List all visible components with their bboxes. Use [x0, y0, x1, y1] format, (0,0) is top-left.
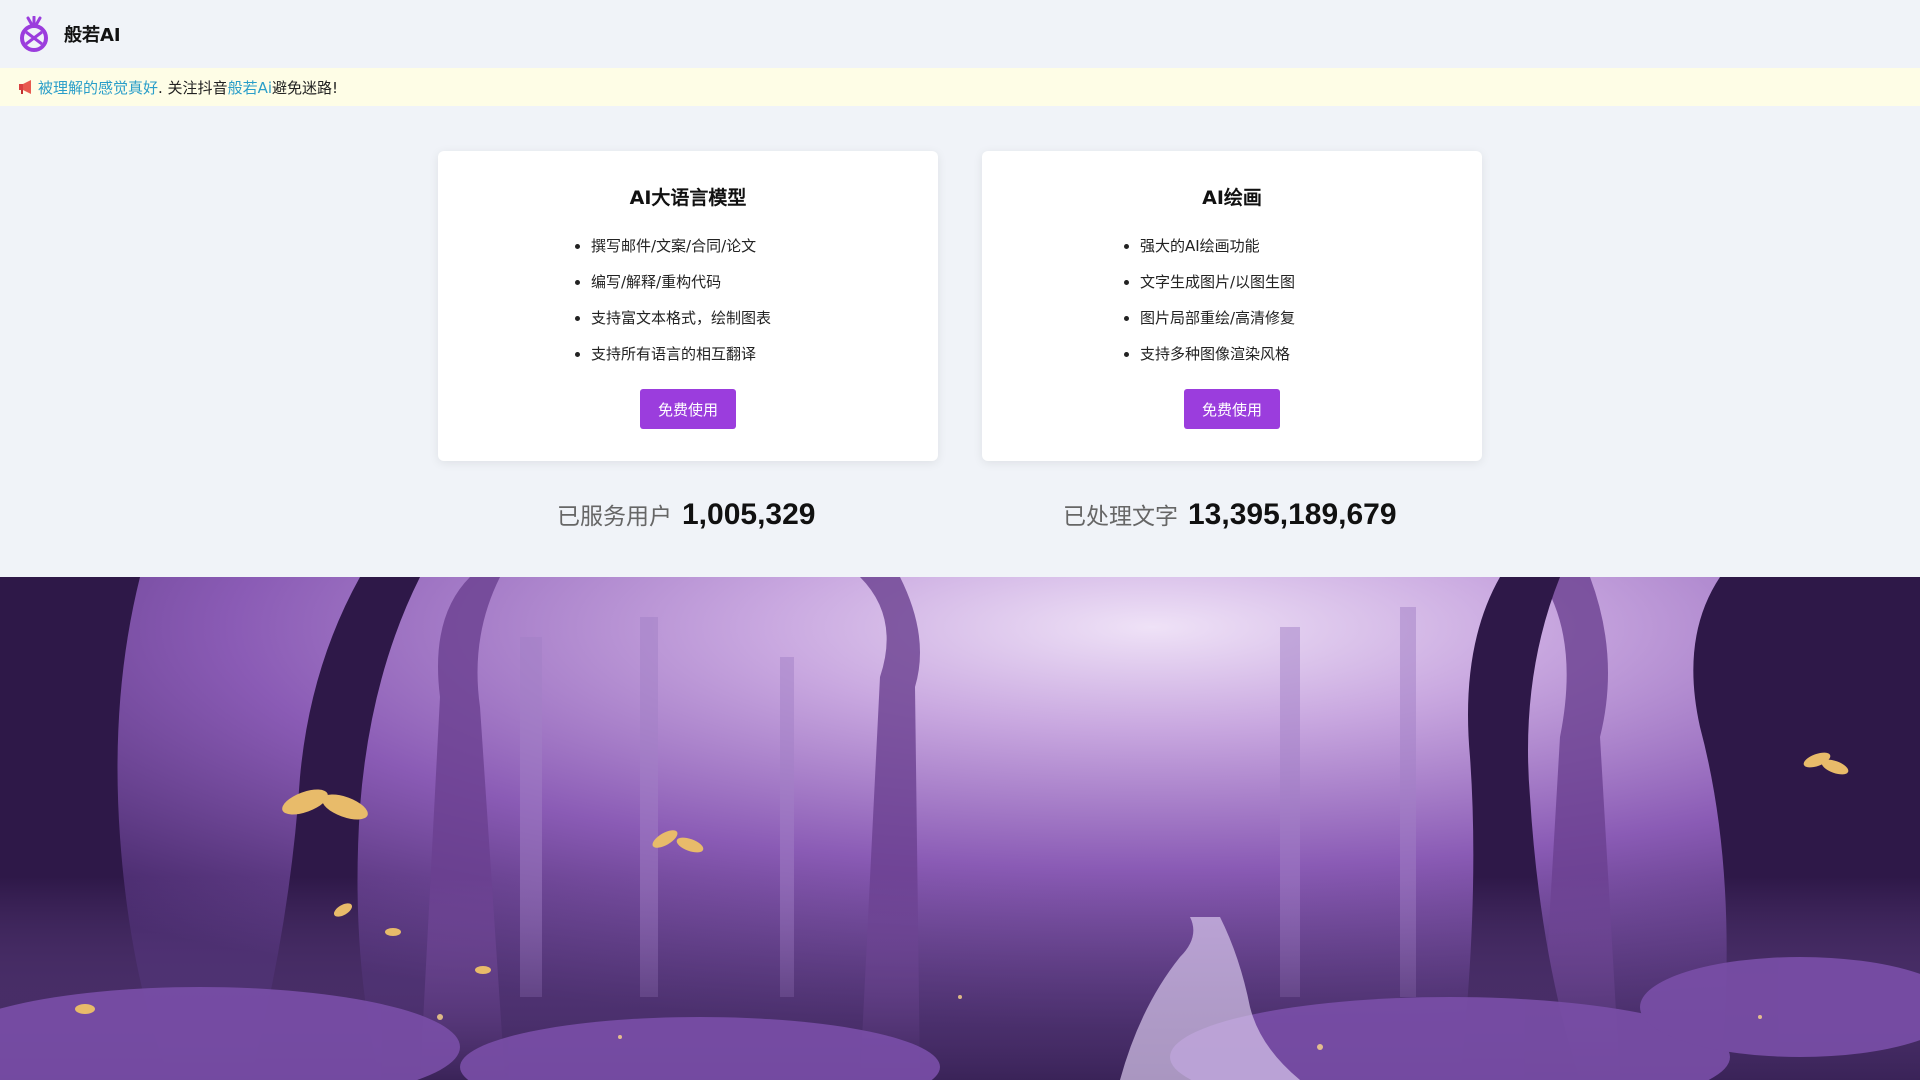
stat-label: 已处理文字 [1063, 504, 1178, 530]
stat-users: 已服务用户 1,005,329 [557, 497, 815, 532]
stat-value: 13,395,189,679 [1188, 498, 1397, 531]
hero-forest-image [0, 577, 1920, 1080]
list-item: 图片局部重绘/高清修复 [1122, 300, 1295, 336]
list-item: 支持所有语言的相互翻译 [573, 336, 771, 372]
card-llm: AI大语言模型 撰写邮件/文案/合同/论文 编写/解释/重构代码 支持富文本格式… [438, 151, 938, 461]
list-item: 支持多种图像渲染风格 [1122, 336, 1295, 372]
header: 般若AI [0, 0, 1920, 68]
notice-text: . 关注抖音 [158, 78, 228, 97]
free-use-button[interactable]: 免费使用 [1184, 389, 1280, 429]
card-title: AI绘画 [1202, 187, 1262, 209]
stat-label: 已服务用户 [557, 504, 672, 530]
notice-link-1[interactable]: 被理解的感觉真好 [38, 77, 158, 98]
feature-list: 撰写邮件/文案/合同/论文 编写/解释/重构代码 支持富文本格式，绘制图表 支持… [573, 228, 771, 372]
list-item: 编写/解释/重构代码 [573, 264, 771, 300]
notice-tail: 避免迷路! [272, 78, 339, 97]
card-drawing: AI绘画 强大的AI绘画功能 文字生成图片/以图生图 图片局部重绘/高清修复 支… [982, 151, 1482, 461]
stat-value: 1,005,329 [682, 498, 816, 531]
list-item: 支持富文本格式，绘制图表 [573, 300, 771, 336]
list-item: 撰写邮件/文案/合同/论文 [573, 228, 771, 264]
free-use-button[interactable]: 免费使用 [640, 389, 736, 429]
card-title: AI大语言模型 [629, 187, 747, 209]
feature-list: 强大的AI绘画功能 文字生成图片/以图生图 图片局部重绘/高清修复 支持多种图像… [1122, 228, 1295, 372]
list-item: 强大的AI绘画功能 [1122, 228, 1295, 264]
stat-words: 已处理文字 13,395,189,679 [1063, 497, 1397, 532]
list-item: 文字生成图片/以图生图 [1122, 264, 1295, 300]
megaphone-icon [19, 80, 31, 94]
brand-name[interactable]: 般若AI [64, 21, 121, 47]
pineapple-logo-icon[interactable] [18, 16, 50, 52]
notice-bar: 被理解的感觉真好 . 关注抖音 般若Ai 避免迷路! [0, 68, 1920, 106]
notice-link-douyin[interactable]: 般若Ai [228, 77, 272, 98]
